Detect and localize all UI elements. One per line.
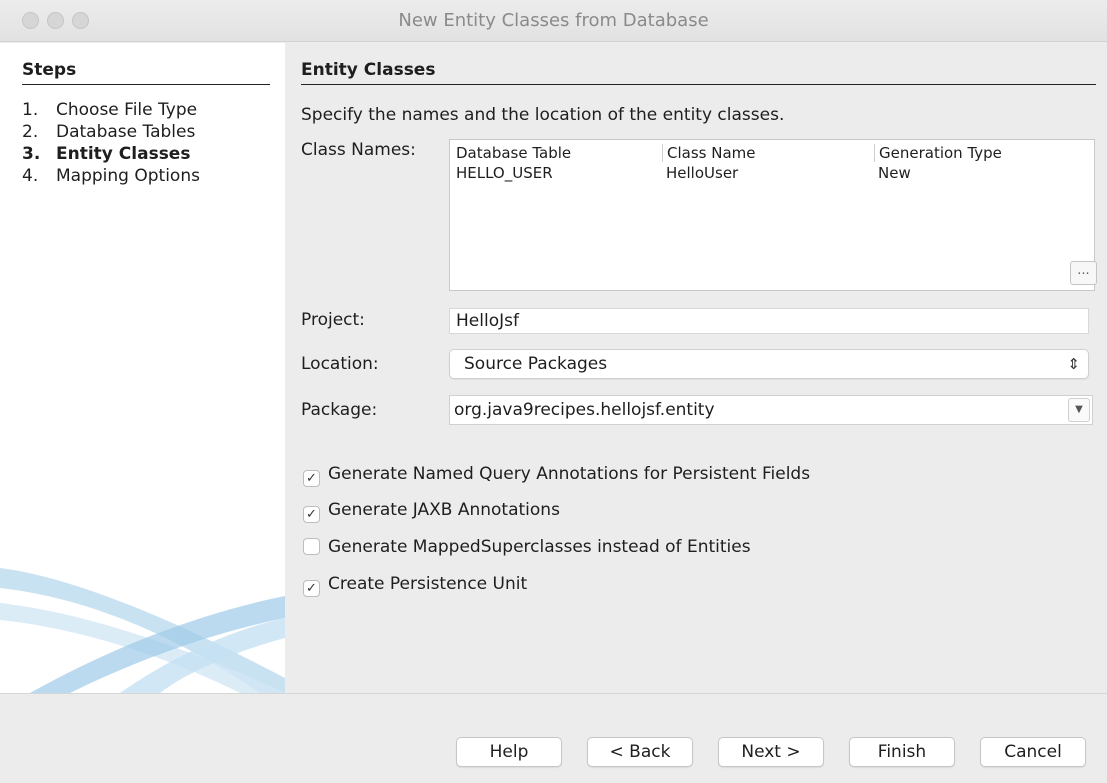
- finish-button[interactable]: Finish: [849, 737, 955, 767]
- step-label: Mapping Options: [56, 166, 200, 186]
- option-label: Generate JAXB Annotations: [328, 500, 560, 520]
- main-panel: Entity Classes Specify the names and the…: [285, 43, 1107, 693]
- checkbox-checked-icon[interactable]: ✓: [303, 506, 320, 523]
- step-item: 4. Mapping Options: [22, 166, 200, 186]
- table-cell-database-table[interactable]: HELLO_USER: [456, 164, 553, 182]
- window-title: New Entity Classes from Database: [398, 10, 709, 31]
- checkbox-checked-icon[interactable]: ✓: [303, 470, 320, 487]
- checkbox-checked-icon[interactable]: ✓: [303, 580, 320, 597]
- step-item: 1. Choose File Type: [22, 100, 198, 120]
- option-label: Generate Named Query Annotations for Per…: [328, 464, 811, 484]
- steps-list: 1. Choose File Type 2. Database Tables 3. E…: [22, 99, 200, 187]
- column-header-class-name[interactable]: Class Name: [662, 144, 755, 162]
- title-bar: New Entity Classes from Database: [0, 0, 1107, 42]
- class-names-table[interactable]: Database Table Class Name Generation Typ…: [449, 139, 1095, 291]
- location-value: Source Packages: [464, 354, 608, 374]
- column-header-generation-type[interactable]: Generation Type: [874, 144, 1002, 162]
- package-combo[interactable]: org.java9recipes.hellojsf.entity ▼: [449, 395, 1093, 425]
- location-select[interactable]: Source Packages ⇕: [449, 349, 1089, 379]
- wizard-window: New Entity Classes from Database Steps 1…: [0, 0, 1107, 783]
- netbeans-swoosh-decoration: [0, 568, 285, 693]
- option-persistence-unit[interactable]: ✓ Create Persistence Unit: [303, 573, 528, 597]
- next-button[interactable]: Next >: [718, 737, 824, 767]
- location-label: Location:: [301, 354, 379, 374]
- steps-panel: Steps 1. Choose File Type 2. Database Tabl…: [0, 43, 285, 693]
- steps-heading: Steps: [22, 60, 270, 85]
- step-item: 2. Database Tables: [22, 122, 196, 142]
- checkbox-unchecked-icon[interactable]: [303, 538, 320, 555]
- option-label: Create Persistence Unit: [328, 574, 528, 594]
- table-cell-class-name[interactable]: HelloUser: [666, 164, 738, 182]
- step-label: Entity Classes: [56, 144, 191, 164]
- option-jaxb[interactable]: ✓ Generate JAXB Annotations: [303, 499, 560, 523]
- project-field[interactable]: HelloJsf: [449, 308, 1089, 334]
- step-item-active: 3. Entity Classes: [22, 144, 191, 164]
- back-button[interactable]: < Back: [587, 737, 693, 767]
- option-named-query[interactable]: ✓ Generate Named Query Annotations for Pe…: [303, 463, 811, 487]
- table-cell-generation-type[interactable]: New: [878, 164, 911, 182]
- column-header-database-table[interactable]: Database Table: [456, 144, 571, 162]
- option-label: Generate MappedSuperclasses instead of E…: [328, 537, 751, 557]
- help-button[interactable]: Help: [456, 737, 562, 767]
- step-label: Database Tables: [56, 122, 196, 142]
- option-mapped-superclasses[interactable]: Generate MappedSuperclasses instead of E…: [303, 536, 751, 558]
- dropdown-arrow-icon[interactable]: ▼: [1068, 398, 1090, 422]
- section-title: Entity Classes: [301, 60, 1096, 85]
- project-label: Project:: [301, 310, 365, 330]
- package-value: org.java9recipes.hellojsf.entity: [454, 400, 715, 420]
- class-names-label: Class Names:: [301, 140, 416, 160]
- package-label: Package:: [301, 400, 378, 420]
- table-options-button[interactable]: ...: [1070, 261, 1097, 285]
- description-text: Specify the names and the location of th…: [301, 105, 785, 125]
- cancel-button[interactable]: Cancel: [980, 737, 1086, 767]
- button-bar: Help < Back Next > Finish Cancel: [0, 693, 1107, 783]
- up-down-chevron-icon: ⇕: [1067, 355, 1080, 373]
- step-label: Choose File Type: [56, 100, 198, 120]
